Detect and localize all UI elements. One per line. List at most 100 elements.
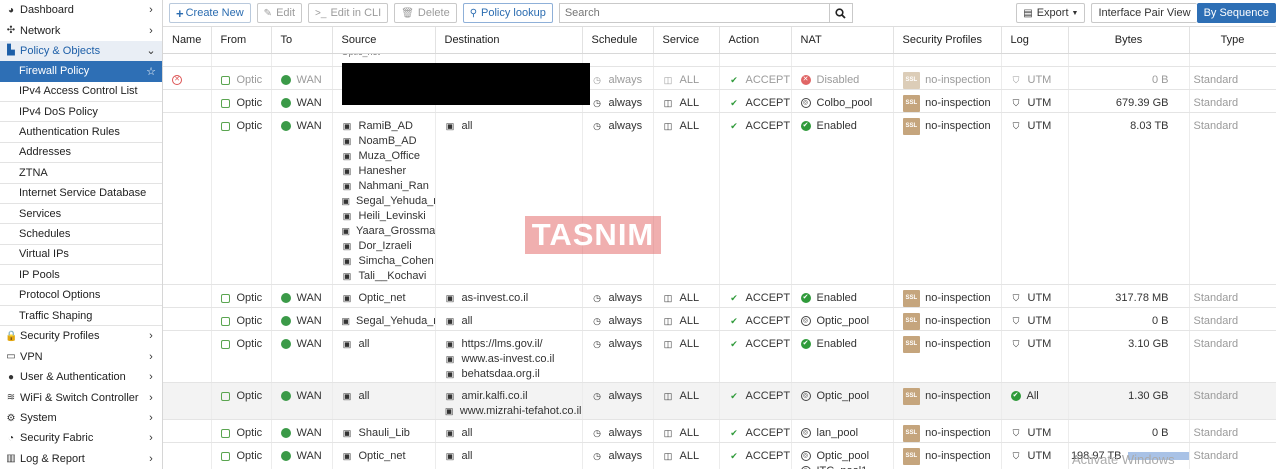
schedule[interactable]: always bbox=[609, 390, 643, 403]
nat-value[interactable]: Optic_pool bbox=[817, 390, 870, 403]
destination-address[interactable]: all bbox=[462, 315, 473, 328]
sidebar-item-network[interactable]: ✣ Network › bbox=[0, 20, 162, 40]
column-header-bytes[interactable]: Bytes bbox=[1068, 27, 1190, 54]
source-address[interactable]: Tali__Kochavi bbox=[359, 270, 427, 283]
edit-button[interactable]: ✎ Edit bbox=[256, 3, 303, 23]
column-header-schedule[interactable]: Schedule bbox=[582, 27, 654, 54]
schedule[interactable]: always bbox=[609, 427, 643, 440]
search-submit-button[interactable] bbox=[828, 3, 853, 23]
sidebar-item-internet-service-database[interactable]: Internet Service Database bbox=[0, 184, 162, 204]
security-profile[interactable]: no-inspection bbox=[925, 292, 990, 305]
destination-address[interactable]: as-invest.co.il bbox=[462, 292, 529, 305]
sidebar-item-authentication-rules[interactable]: Authentication Rules bbox=[0, 122, 162, 143]
nat-value[interactable]: ITC_pool1 bbox=[817, 465, 868, 469]
sidebar-item-virtual-ips[interactable]: Virtual IPs bbox=[0, 245, 162, 266]
column-header-nat[interactable]: NAT bbox=[791, 27, 894, 54]
service[interactable]: ALL bbox=[680, 292, 700, 305]
source-address[interactable]: Dor_Izraeli bbox=[359, 240, 412, 253]
nat-value[interactable]: Colbo_pool bbox=[817, 97, 873, 110]
schedule[interactable]: always bbox=[609, 120, 643, 133]
source-address[interactable]: Optic_net bbox=[359, 292, 406, 305]
source-address[interactable]: RamiB_AD bbox=[359, 120, 413, 133]
sidebar-item-protocol-options[interactable]: Protocol Options bbox=[0, 285, 162, 306]
nat-value[interactable]: Disabled bbox=[817, 74, 860, 87]
service[interactable]: ALL bbox=[680, 74, 700, 87]
sidebar-item-ztna[interactable]: ZTNA bbox=[0, 163, 162, 184]
delete-button[interactable]: 🗑 Delete bbox=[394, 3, 457, 23]
destination-address[interactable]: all bbox=[462, 450, 473, 463]
sidebar-item-ip-pools[interactable]: IP Pools bbox=[0, 265, 162, 286]
schedule[interactable]: always bbox=[609, 450, 643, 463]
schedule[interactable]: always bbox=[609, 338, 643, 351]
security-profile[interactable]: no-inspection bbox=[925, 338, 990, 351]
search-input[interactable] bbox=[558, 3, 829, 23]
schedule[interactable]: always bbox=[609, 97, 643, 110]
table-row[interactable]: ✕ Optic WAN ◷ always ◫ ALL ✔ ACCEPT ✕ Disabled SSL n… bbox=[163, 66, 1276, 90]
source-address[interactable]: all bbox=[359, 390, 370, 403]
source-address[interactable]: Segal_Yehuda_nev bbox=[356, 315, 434, 328]
sidebar-item-security-fabric[interactable]: ◔ Security Fabric › bbox=[0, 428, 162, 448]
table-row[interactable]: Optic WAN ▣ Shauli_Lib ▣ all ◷ always ◫ ALL ✔ ACCEP… bbox=[163, 419, 1276, 443]
service[interactable]: ALL bbox=[680, 338, 700, 351]
source-address[interactable]: Yaara_Grossmark bbox=[356, 225, 434, 238]
interface-pair-view-button[interactable]: Interface Pair View bbox=[1091, 3, 1197, 23]
source-address[interactable]: all bbox=[359, 338, 370, 351]
column-header-to[interactable]: To bbox=[271, 27, 333, 54]
schedule[interactable]: always bbox=[609, 292, 643, 305]
source-address[interactable]: Segal_Yehuda_nev bbox=[356, 195, 434, 208]
disabled-policy-icon[interactable]: ✕ bbox=[172, 75, 182, 85]
sidebar-item-traffic-shaping[interactable]: Traffic Shaping bbox=[0, 306, 162, 327]
source-address[interactable]: Shauli_Lib bbox=[359, 427, 410, 440]
source-address[interactable]: NoamB_AD bbox=[359, 135, 417, 148]
service[interactable]: ALL bbox=[680, 427, 700, 440]
column-header-service[interactable]: Service bbox=[653, 27, 720, 54]
table-row[interactable]: Optic WAN ▣ all ▣ https://lms.gov.il/ ▣ www.as-… bbox=[163, 330, 1276, 383]
service[interactable]: ALL bbox=[680, 120, 700, 133]
sidebar-item-schedules[interactable]: Schedules bbox=[0, 224, 162, 245]
security-profile[interactable]: no-inspection bbox=[925, 74, 990, 87]
source-address[interactable]: Nahmani_Ran bbox=[359, 180, 429, 193]
source-address[interactable]: Optic_net bbox=[359, 450, 406, 463]
table-row[interactable]: Optic WAN ▣ Segal_Yehuda_nev ▣ all ◷ always ◫ ALL… bbox=[163, 307, 1276, 331]
sidebar-item-system[interactable]: ⚙ System › bbox=[0, 408, 162, 428]
column-header-source[interactable]: Source bbox=[332, 27, 436, 54]
sidebar-item-user-authentication[interactable]: ● User & Authentication › bbox=[0, 367, 162, 387]
destination-address[interactable]: www.as-invest.co.il bbox=[462, 353, 555, 366]
source-address[interactable]: Hanesher bbox=[359, 165, 407, 178]
sidebar-item-policy-objects[interactable]: ▙ Policy & Objects ⌄ bbox=[0, 40, 162, 62]
sidebar-item-firewall-policy[interactable]: Firewall Policy ☆ bbox=[0, 61, 162, 82]
column-header-security-profiles[interactable]: Security Profiles bbox=[893, 27, 1002, 54]
schedule[interactable]: always bbox=[609, 74, 643, 87]
sidebar-item-wifi-switch-controller[interactable]: ≋ WiFi & Switch Controller › bbox=[0, 387, 162, 407]
table-row[interactable]: Optic WAN ◷ always ◫ ALL ✔ ACCEPT ◎ Colbo_pool SSL… bbox=[163, 89, 1276, 113]
nat-value[interactable]: Optic_pool bbox=[817, 315, 870, 328]
sidebar-item-vpn[interactable]: ▭ VPN › bbox=[0, 347, 162, 367]
column-header-destination[interactable]: Destination bbox=[435, 27, 583, 54]
nat-value[interactable]: Enabled bbox=[817, 338, 857, 351]
service[interactable]: ALL bbox=[680, 315, 700, 328]
nat-value[interactable]: Optic_pool bbox=[817, 450, 870, 463]
schedule[interactable]: always bbox=[609, 315, 643, 328]
service[interactable]: ALL bbox=[680, 97, 700, 110]
nat-value[interactable]: lan_pool bbox=[817, 427, 859, 440]
nat-value[interactable]: Enabled bbox=[817, 292, 857, 305]
security-profile[interactable]: no-inspection bbox=[925, 97, 990, 110]
export-dropdown[interactable]: ▤ Export ▼ bbox=[1016, 3, 1086, 23]
column-header-log[interactable]: Log bbox=[1001, 27, 1069, 54]
column-header-from[interactable]: From bbox=[211, 27, 272, 54]
policy-lookup-button[interactable]: ⚲ Policy lookup bbox=[462, 3, 553, 23]
column-header-action[interactable]: Action bbox=[719, 27, 792, 54]
create-new-button[interactable]: + Create New bbox=[169, 3, 251, 23]
source-address[interactable]: Muza_Office bbox=[359, 150, 421, 163]
service[interactable]: ALL bbox=[680, 390, 700, 403]
by-sequence-button[interactable]: By Sequence bbox=[1196, 3, 1276, 23]
destination-address[interactable]: amir.kalfi.co.il bbox=[462, 390, 528, 403]
destination-address[interactable]: www.mizrahi-tefahot.co.il bbox=[460, 405, 581, 418]
security-profile[interactable]: no-inspection bbox=[925, 450, 990, 463]
source-address[interactable]: Simcha_Cohen bbox=[359, 255, 434, 268]
edit-in-cli-button[interactable]: >_ Edit in CLI bbox=[308, 3, 389, 23]
table-row[interactable]: Optic WAN ▣ RamiB_AD ▣ NoamB_AD ▣ Muza_Office ▣ H… bbox=[163, 112, 1276, 285]
security-profile[interactable]: no-inspection bbox=[925, 120, 990, 133]
sidebar-item-addresses[interactable]: Addresses bbox=[0, 143, 162, 164]
destination-address[interactable]: all bbox=[462, 427, 473, 440]
